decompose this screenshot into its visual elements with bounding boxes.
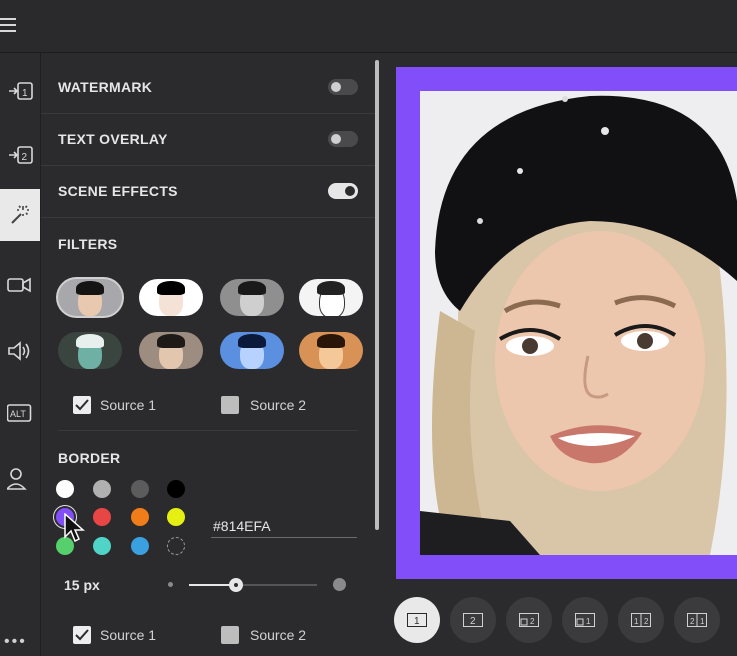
left-rail: 1 2 ALT xyxy=(0,53,41,656)
filter-blue[interactable] xyxy=(220,332,284,369)
swatch-black[interactable] xyxy=(167,480,185,498)
border-frame xyxy=(396,67,737,579)
slider-min-dot xyxy=(168,582,173,587)
video-preview xyxy=(380,53,737,589)
input-1-icon: 1 xyxy=(9,82,33,100)
filters-source-1-label: Source 1 xyxy=(100,397,157,413)
svg-text:2: 2 xyxy=(644,617,649,626)
speaker-icon xyxy=(8,341,30,361)
scene-effects-label: SCENE EFFECTS xyxy=(58,183,178,199)
rail-camera-1[interactable]: 1 xyxy=(0,65,40,117)
more-icon[interactable]: ••• xyxy=(4,633,27,651)
layout-selector: 1 2 2 1 1 2 2 1 xyxy=(380,589,737,656)
video-camera-icon xyxy=(7,277,31,293)
svg-text:1: 1 xyxy=(586,617,591,626)
layout-pip-left[interactable]: 2 xyxy=(506,597,552,643)
border-source-2-label: Source 2 xyxy=(250,627,307,643)
filter-sketch[interactable] xyxy=(299,279,363,316)
border-source-2-checkbox[interactable] xyxy=(221,626,239,644)
mouse-cursor-icon xyxy=(64,513,85,543)
filter-grayscale[interactable] xyxy=(220,279,284,316)
rail-video[interactable] xyxy=(0,259,40,311)
watermark-row: WATERMARK xyxy=(41,61,375,114)
svg-text:1: 1 xyxy=(414,616,420,627)
border-size-value: 15 px xyxy=(64,577,100,593)
slider-handle[interactable] xyxy=(229,578,243,592)
swatch-custom[interactable] xyxy=(167,537,185,555)
person-image xyxy=(420,91,737,555)
swatch-teal[interactable] xyxy=(93,537,111,555)
watermark-label: WATERMARK xyxy=(58,79,153,95)
swatch-light-gray[interactable] xyxy=(93,480,111,498)
user-icon xyxy=(7,468,27,490)
svg-text:1: 1 xyxy=(22,88,28,99)
scene-effects-toggle[interactable] xyxy=(328,183,358,199)
layout-single-1[interactable]: 1 xyxy=(394,597,440,643)
filter-high-contrast[interactable] xyxy=(139,279,203,316)
swatch-orange[interactable] xyxy=(131,508,149,526)
border-heading: BORDER xyxy=(58,450,121,466)
layout-split-21[interactable]: 2 1 xyxy=(674,597,720,643)
text-overlay-label: TEXT OVERLAY xyxy=(58,131,168,147)
swatch-red[interactable] xyxy=(93,508,111,526)
svg-text:1: 1 xyxy=(634,617,639,626)
layout-split-21-icon: 2 1 xyxy=(687,613,707,627)
filters-source-2-label: Source 2 xyxy=(250,397,307,413)
filter-teal-night[interactable] xyxy=(58,332,122,369)
border-source-1-label: Source 1 xyxy=(100,627,157,643)
layout-single-2[interactable]: 2 xyxy=(450,597,496,643)
filter-warm[interactable] xyxy=(299,332,363,369)
filters-source-2-checkbox[interactable] xyxy=(221,396,239,414)
filters-source-1-checkbox[interactable] xyxy=(73,396,91,414)
layout-pip-right-icon: 1 xyxy=(575,613,595,627)
rail-effects[interactable] xyxy=(0,189,40,241)
layout-split-12-icon: 1 2 xyxy=(631,613,651,627)
magic-wand-icon xyxy=(11,205,29,224)
layout-1-icon: 1 xyxy=(407,613,427,627)
svg-text:2: 2 xyxy=(22,152,28,163)
hex-color-input[interactable]: #814EFA xyxy=(211,514,357,538)
rail-audio[interactable] xyxy=(0,325,40,377)
layout-split-12[interactable]: 1 2 xyxy=(618,597,664,643)
border-size-slider[interactable] xyxy=(189,578,317,592)
check-icon xyxy=(75,399,89,411)
panel-scrollbar[interactable] xyxy=(375,60,379,530)
check-icon xyxy=(75,629,89,641)
filters-heading: FILTERS xyxy=(58,236,118,252)
input-2-icon: 2 xyxy=(9,146,33,164)
layout-pip-right[interactable]: 1 xyxy=(562,597,608,643)
scene-effects-row: SCENE EFFECTS xyxy=(41,165,375,218)
svg-text:2: 2 xyxy=(470,616,476,627)
swatch-dark-gray[interactable] xyxy=(131,480,149,498)
camera-feed xyxy=(420,91,737,555)
alt-text-icon: ALT xyxy=(7,404,32,422)
swatch-blue[interactable] xyxy=(131,537,149,555)
layout-2-icon: 2 xyxy=(463,613,483,627)
watermark-toggle[interactable] xyxy=(328,79,358,95)
svg-text:ALT: ALT xyxy=(10,409,26,419)
filter-normal[interactable] xyxy=(58,279,122,316)
svg-text:2: 2 xyxy=(530,617,535,626)
svg-text:2: 2 xyxy=(690,617,695,626)
rail-camera-2[interactable]: 2 xyxy=(0,129,40,181)
border-source-1-checkbox[interactable] xyxy=(73,626,91,644)
swatch-white[interactable] xyxy=(56,480,74,498)
divider xyxy=(58,430,358,431)
svg-text:1: 1 xyxy=(700,617,705,626)
text-overlay-toggle[interactable] xyxy=(328,131,358,147)
rail-alt[interactable]: ALT xyxy=(0,387,40,439)
menu-icon[interactable] xyxy=(0,18,16,32)
top-bar xyxy=(0,0,737,53)
slider-max-dot xyxy=(333,578,346,591)
filter-vintage[interactable] xyxy=(139,332,203,369)
rail-profile[interactable] xyxy=(0,453,40,505)
text-overlay-row: TEXT OVERLAY xyxy=(41,113,375,166)
swatch-yellow[interactable] xyxy=(167,508,185,526)
effects-panel: WATERMARK TEXT OVERLAY SCENE EFFECTS FIL… xyxy=(41,53,375,656)
layout-pip-left-icon: 2 xyxy=(519,613,539,627)
